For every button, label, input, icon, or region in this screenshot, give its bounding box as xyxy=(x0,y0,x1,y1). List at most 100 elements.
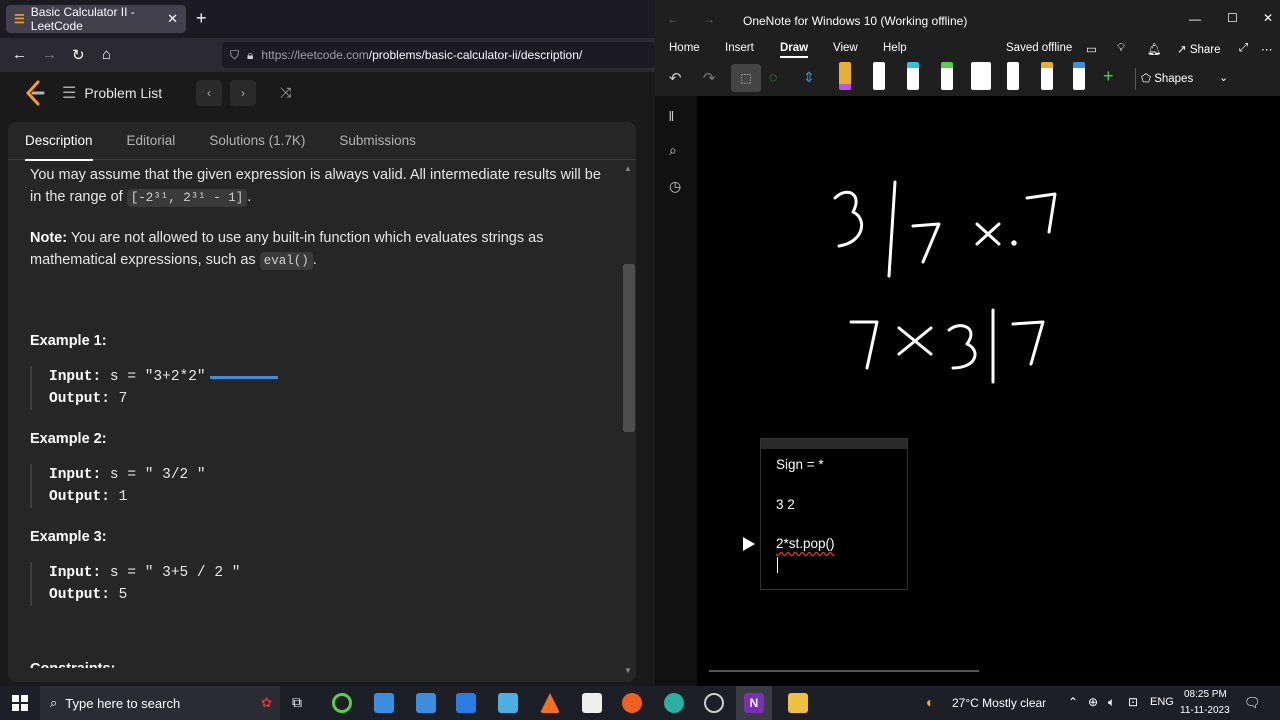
chevron-down-icon[interactable]: ⌄ xyxy=(1219,71,1228,84)
redo-icon[interactable]: ↷ xyxy=(703,69,716,87)
tab-solutions[interactable]: Solutions (1.7K) xyxy=(192,122,322,160)
file-explorer-icon[interactable] xyxy=(788,693,808,713)
onenote-taskbar-button[interactable]: N xyxy=(736,686,772,720)
search-icon[interactable]: ⌕ xyxy=(669,142,677,159)
forward-icon[interactable]: → xyxy=(703,12,715,26)
volume-icon[interactable]: 🔈︎ xyxy=(1108,695,1115,710)
leetcode-header: ☰ Problem List ‹ › ⤨ xyxy=(0,72,655,114)
bell-icon[interactable]: 🔔︎ xyxy=(1147,42,1162,56)
tab-submissions[interactable]: Submissions xyxy=(322,122,433,160)
tab-description[interactable]: Description xyxy=(8,122,110,161)
lasso-icon[interactable]: ◌ xyxy=(769,69,777,85)
pen-3-icon[interactable] xyxy=(907,62,919,90)
close-tab-icon[interactable]: ✕ xyxy=(167,11,178,27)
problem-list-link[interactable]: ☰ Problem List xyxy=(62,83,162,103)
taskbar-search[interactable]: ⌕ Type here to search ✿ xyxy=(40,686,280,720)
note-container-handle[interactable] xyxy=(761,439,907,449)
lock-icon: 🔒︎ xyxy=(247,47,254,62)
add-pen-icon[interactable]: + xyxy=(1103,66,1114,87)
pen-1-icon[interactable] xyxy=(839,62,851,90)
weather-icon[interactable]: ◐ xyxy=(926,694,934,710)
paragraph-handle-icon[interactable] xyxy=(743,537,755,551)
window-title: OneNote for Windows 10 (Working offline) xyxy=(743,14,968,28)
edge-icon[interactable] xyxy=(664,693,684,713)
notepad-icon[interactable] xyxy=(582,693,602,713)
example-3-box: Input: s = " 3+5 / 2 " Output: 5 xyxy=(30,562,608,606)
vlc-icon[interactable] xyxy=(540,693,560,713)
shapes-button[interactable]: ⬠ Shapes xyxy=(1141,71,1193,85)
shuffle-icon[interactable]: ⤨ xyxy=(280,84,291,101)
undo-icon[interactable]: ↶ xyxy=(669,69,682,87)
next-problem-button[interactable]: › xyxy=(230,80,256,106)
example-2-box: Input: s = " 3/2 " Output: 1 xyxy=(30,464,608,508)
task-view-icon[interactable]: ⧉ xyxy=(292,694,302,711)
lightbulb-icon[interactable]: 💡︎ xyxy=(1117,42,1125,55)
scroll-down-icon[interactable]: ▼ xyxy=(624,666,632,675)
text-cursor xyxy=(777,557,778,573)
scroll-up-icon[interactable]: ▲ xyxy=(624,164,632,173)
example-3-title: Example 3: xyxy=(30,529,107,545)
minimize-icon[interactable]: — xyxy=(1189,12,1201,26)
paint-icon[interactable] xyxy=(498,693,518,713)
reload-icon[interactable]: ↻ xyxy=(72,46,85,64)
home-icon[interactable]: ⌂ xyxy=(102,46,111,63)
language-indicator[interactable]: ENG xyxy=(1150,696,1174,708)
more-icon[interactable]: ⋯ xyxy=(1261,42,1273,56)
mail-icon[interactable] xyxy=(374,693,394,713)
validity-paragraph: You may assume that the given expression… xyxy=(30,167,601,207)
pen-8-icon[interactable] xyxy=(1073,62,1085,90)
note-line-pop: 2*st.pop() xyxy=(776,536,835,551)
onenote-titlebar: ← → OneNote for Windows 10 (Working offl… xyxy=(655,0,1280,40)
ribbon-tab-view[interactable]: View xyxy=(833,42,858,54)
recent-icon[interactable]: ◷ xyxy=(669,178,681,195)
notifications-icon[interactable]: 🗨︎ xyxy=(1244,695,1261,711)
notebooks-icon[interactable]: 𝍪 xyxy=(669,106,674,130)
note-line-numbers: 3 2 xyxy=(776,497,795,512)
browser-tab[interactable]: ☰ Basic Calculator II - LeetCode ✕ xyxy=(6,5,186,33)
pen-6-icon[interactable] xyxy=(1007,62,1019,90)
url-bar[interactable]: ⛉ 🔒︎ https://leetcode.com/problems/basic… xyxy=(222,42,655,68)
weather-text[interactable]: 27°C Mostly clear xyxy=(952,696,1046,710)
network-icon[interactable]: ⊕ xyxy=(1088,695,1098,709)
obs-icon[interactable] xyxy=(704,693,724,713)
fullscreen-icon[interactable]: ⤢ xyxy=(1239,42,1248,55)
maximize-icon[interactable]: ☐ xyxy=(1227,11,1238,25)
ribbon-tab-home[interactable]: Home xyxy=(669,42,700,54)
speaker-icon[interactable]: ⊡ xyxy=(1128,695,1138,709)
windows-start-icon[interactable] xyxy=(12,695,28,711)
lasso-select-button[interactable]: ⬚ xyxy=(731,64,761,92)
pen-2-icon[interactable] xyxy=(873,62,885,90)
pen-4-icon[interactable] xyxy=(941,62,953,90)
ribbon-tab-help[interactable]: Help xyxy=(883,42,907,54)
scrollbar-thumb[interactable] xyxy=(623,264,635,432)
search-placeholder: Type here to search xyxy=(65,695,181,711)
note-canvas[interactable] xyxy=(697,96,1280,686)
add-space-icon[interactable]: ⇕ xyxy=(803,69,815,86)
clock-date[interactable]: 11-11-2023 xyxy=(1180,705,1230,716)
firefox-icon[interactable] xyxy=(622,693,642,713)
ribbon-tab-insert[interactable]: Insert xyxy=(725,42,754,54)
share-button[interactable]: ↗ Share xyxy=(1177,42,1221,56)
pen-7-icon[interactable] xyxy=(1041,62,1053,90)
forward-icon[interactable]: → xyxy=(42,46,57,63)
vscode-icon[interactable] xyxy=(456,693,476,713)
new-tab-icon[interactable]: + xyxy=(196,8,207,29)
leetcode-logo-icon[interactable] xyxy=(24,80,46,106)
back-icon[interactable]: ← xyxy=(12,46,27,63)
note-container[interactable]: Sign = * 3 2 2*st.pop() xyxy=(760,438,908,590)
notebook-icon[interactable]: ▭ xyxy=(1086,42,1097,56)
back-icon[interactable]: ← xyxy=(667,12,679,26)
tray-chevron-icon[interactable]: ⌃ xyxy=(1068,695,1078,709)
store-icon[interactable] xyxy=(416,693,436,713)
app-green-icon[interactable] xyxy=(332,693,352,713)
tab-title: Basic Calculator II - LeetCode xyxy=(30,5,135,33)
tab-editorial[interactable]: Editorial xyxy=(110,122,193,160)
ribbon-tab-draw[interactable]: Draw xyxy=(780,42,809,58)
pen-5-icon[interactable] xyxy=(971,62,991,90)
horizontal-scrollbar[interactable] xyxy=(709,670,979,672)
prev-problem-button[interactable]: ‹ xyxy=(196,80,222,106)
clock-time[interactable]: 08:25 PM xyxy=(1184,689,1227,700)
close-window-icon[interactable]: ✕ xyxy=(1263,11,1273,25)
onenote-sidebar: 𝍪 ⌕ ◷ xyxy=(655,96,697,686)
handwriting-ink xyxy=(833,180,1057,384)
